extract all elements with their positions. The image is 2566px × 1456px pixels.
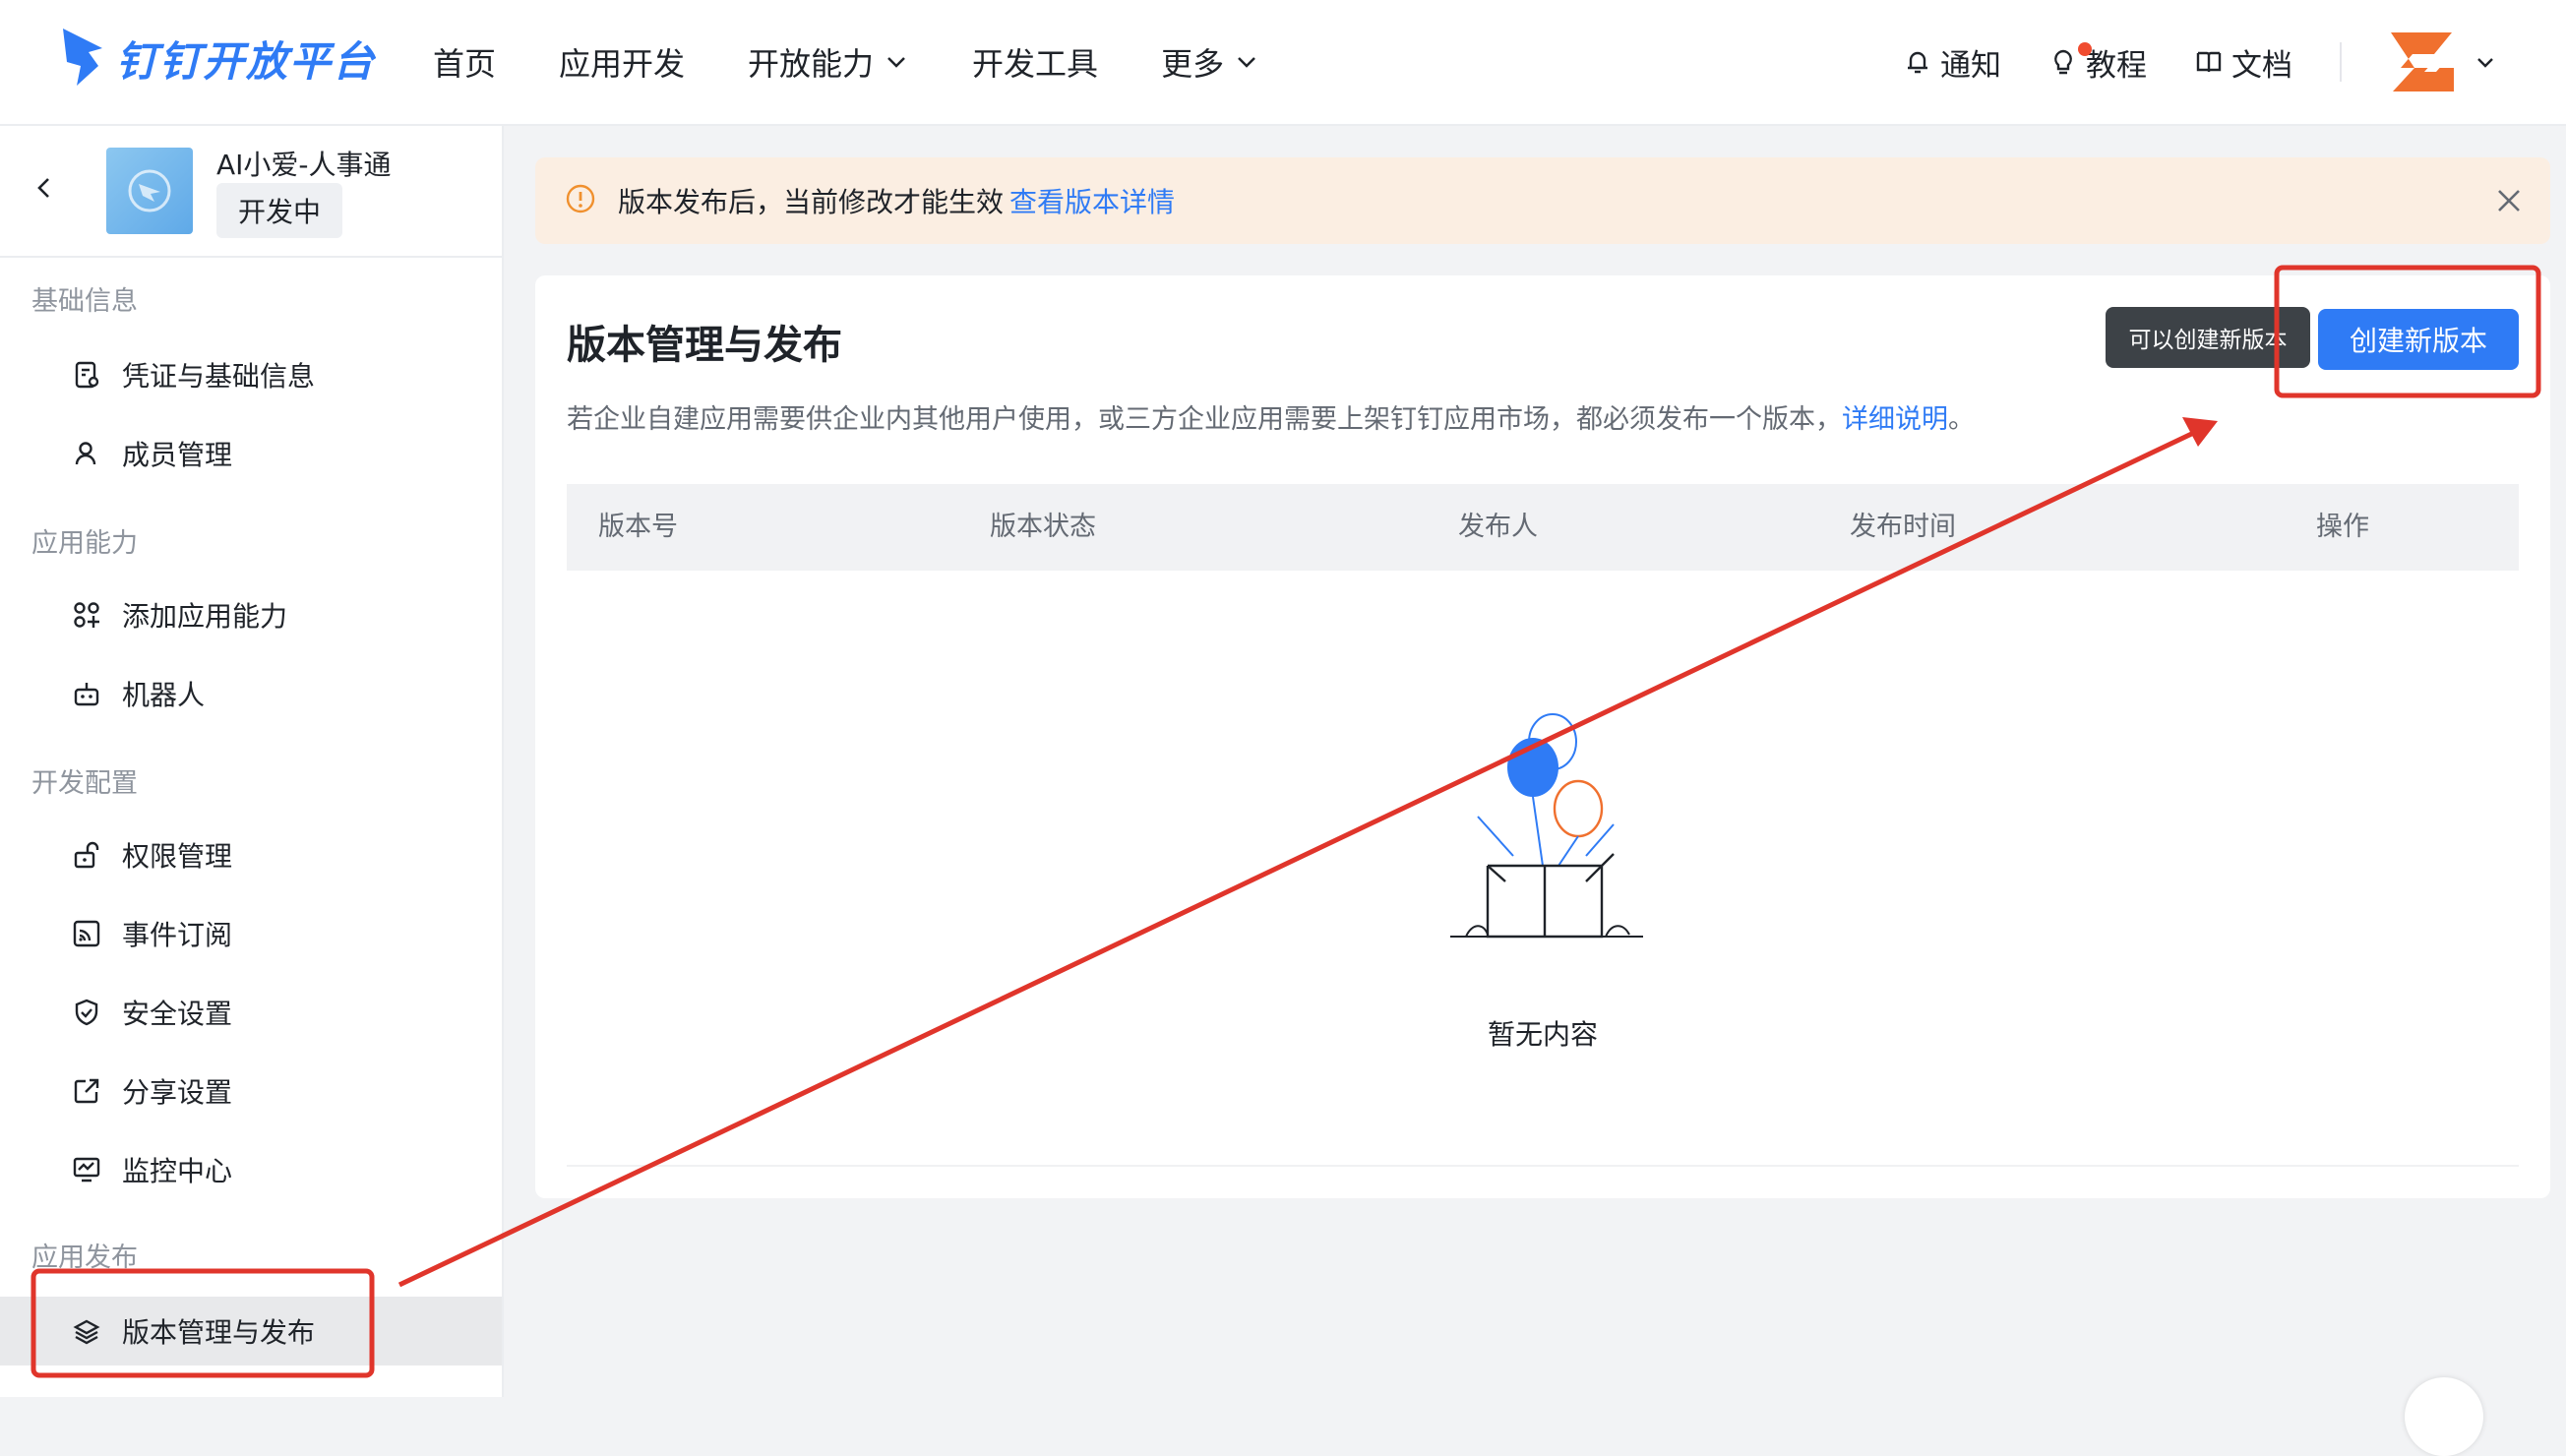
chevron-down-icon [887,57,905,68]
notification-dot [2078,41,2092,56]
col-publisher: 发布人 [1458,512,1538,542]
avatar-logo-icon [2391,32,2454,91]
sidebar-item-add-capability[interactable]: 添加应用能力 [0,580,502,649]
logo-text: 钉钉开放平台 [116,36,377,86]
col-version: 版本号 [598,512,678,542]
credential-icon [69,357,104,393]
sidebar-item-permissions[interactable]: 权限管理 [0,820,502,889]
sidebar-item-events[interactable]: 事件订阅 [0,899,502,968]
chevron-down-icon [1238,57,1255,68]
sidebar-item-label: 凭证与基础信息 [122,360,316,393]
chevron-left-icon [37,178,49,198]
user-icon [69,436,104,471]
section-title-publish: 应用发布 [31,1243,138,1273]
dingtalk-logo[interactable]: 钉钉开放平台 [59,24,376,92]
header-right: 通知 教程 文档 [1856,0,2497,124]
app-card: AI小爱-人事通 开发中 [0,126,502,258]
description-suffix: 。 [1948,404,1975,435]
sidebar-item-label: 添加应用能力 [122,600,288,633]
top-header: 钉钉开放平台 首页 应用开发 开放能力 开发工具 更多 通知 教程 文档 [0,0,2566,126]
sidebar-item-label: 安全设置 [122,998,233,1030]
sidebar-item-label: 成员管理 [122,439,233,471]
sidebar-item-share[interactable]: 分享设置 [0,1057,502,1125]
header-divider [2340,42,2342,82]
chevron-down-icon [2477,58,2493,68]
sidebar-item-robot[interactable]: 机器人 [0,659,502,728]
nav-dev-tools[interactable]: 开发工具 [972,39,1098,85]
share-icon [69,1073,104,1109]
nav-home-label: 首页 [433,45,497,83]
sidebar-item-label: 权限管理 [122,840,233,873]
apps-add-icon [69,597,104,633]
empty-state-text: 暂无内容 [1487,1018,1598,1051]
dingtalk-logo-icon [63,29,102,86]
sidebar-item-label: 分享设置 [122,1076,233,1109]
nav-home[interactable]: 首页 [433,39,496,85]
page-description: 若企业自建应用需要供企业内其他用户使用，或三方企业应用需要上架钉钉应用市场，都必… [567,397,1975,436]
bulb-icon [2054,49,2072,75]
description-text: 若企业自建应用需要供企业内其他用户使用，或三方企业应用需要上架钉钉应用市场，都必… [567,404,1842,435]
book-icon [2196,51,2222,72]
section-title-capability: 应用能力 [31,528,138,559]
sidebar-item-credentials[interactable]: 凭证与基础信息 [0,340,502,409]
app-icon [106,148,193,234]
nav-open-capability-label: 开放能力 [748,45,875,83]
page-title: 版本管理与发布 [567,323,842,368]
sidebar-item-label: 机器人 [122,679,206,711]
notify-label: 通知 [1940,47,2001,84]
nav-more[interactable]: 更多 [1161,39,1259,85]
rss-icon [69,916,104,951]
divider [567,1165,2519,1167]
nav-app-dev[interactable]: 应用开发 [559,39,685,85]
notify-link[interactable]: 通知 [1903,40,2001,85]
detail-link[interactable]: 详细说明 [1842,404,1948,435]
back-button[interactable] [30,173,59,207]
main-nav: 首页 应用开发 开放能力 开发工具 更多 [433,0,1322,124]
notice-link[interactable]: 查看版本详情 [1009,181,1175,220]
nav-dev-tools-label: 开发工具 [972,45,1099,83]
docs-link[interactable]: 文档 [2194,40,2292,85]
info-icon [565,183,596,218]
col-actions: 操作 [2316,512,2369,542]
sidebar-item-security[interactable]: 安全设置 [0,978,502,1047]
sidebar-item-monitor[interactable]: 监控中心 [0,1135,502,1204]
shield-icon [69,995,104,1030]
docs-label: 文档 [2231,47,2292,84]
layers-icon [69,1313,104,1349]
app-name: AI小爱-人事通 [216,149,392,181]
app-logo-icon [128,169,171,212]
monitor-icon [69,1152,104,1187]
section-title-basic: 基础信息 [31,286,138,317]
notice-banner: 版本发布后，当前修改才能生效 查看版本详情 [535,157,2550,244]
col-publish-time: 发布时间 [1850,512,1956,542]
app-status-badge: 开发中 [216,183,343,238]
empty-illustration [1448,708,1645,968]
section-title-dev-config: 开发配置 [31,768,138,799]
robot-icon [69,676,104,711]
nav-more-label: 更多 [1161,45,1225,83]
sidebar: AI小爱-人事通 开发中 基础信息 凭证与基础信息 成员管理 应用能力 添加应用… [0,126,504,1397]
create-version-button[interactable]: 创建新版本 [2318,309,2519,370]
sidebar-item-label: 监控中心 [122,1155,233,1187]
sidebar-item-version-publish[interactable]: 版本管理与发布 [0,1297,502,1365]
floating-help-button[interactable] [2405,1377,2483,1456]
tutorial-link[interactable]: 教程 [2048,40,2147,85]
nav-open-capability[interactable]: 开放能力 [748,39,909,85]
table-header: 版本号 版本状态 发布人 发布时间 操作 [567,484,2519,571]
tooltip: 可以创建新版本 [2106,307,2310,368]
col-status: 版本状态 [990,512,1096,542]
nav-app-dev-label: 应用开发 [559,45,686,83]
lock-icon [69,837,104,873]
sidebar-item-label: 版本管理与发布 [122,1316,316,1349]
sidebar-item-members[interactable]: 成员管理 [0,419,502,488]
bell-icon [1908,51,1927,74]
tutorial-label: 教程 [2086,47,2147,84]
notice-text: 版本发布后，当前修改才能生效 [618,186,1005,218]
version-card: 版本管理与发布 若企业自建应用需要供企业内其他用户使用，或三方企业应用需要上架钉… [535,275,2550,1198]
sidebar-item-label: 事件订阅 [122,919,233,951]
close-icon[interactable] [2493,185,2525,220]
user-avatar[interactable] [2385,25,2497,99]
